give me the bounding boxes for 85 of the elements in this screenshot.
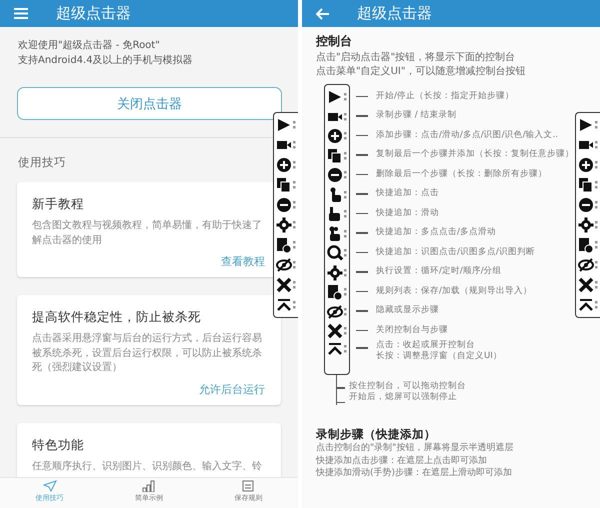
legend-text: 隐藏或显示步骤 [376,305,439,316]
description-text: 快捷添加点击步骤：在遮层上点击即可添加 [316,456,488,468]
legend-text: 规则列表：保存/加载（规则导出导入） [376,286,532,297]
note-text: 开始后，熄屏可以强制停止 [349,392,458,404]
bracket-line [336,375,345,406]
leader-line [356,310,368,312]
plus-icon [327,128,347,144]
legend-text: 快捷追加：多点点击/多点滑动 [376,227,496,238]
section-heading: 录制步骤（快捷添加） [316,427,437,442]
close-icon[interactable] [276,277,296,293]
legend-text: 快捷追加：滑动 [376,208,439,219]
copy-icon [327,148,347,164]
legend-text: 长按：调整悬浮窗（自定义UI） [376,351,502,362]
section-label: 使用技巧 [18,155,66,170]
collapse-icon[interactable] [578,297,598,313]
legend-text: 快捷追加：点击 [376,188,439,200]
card-title: 特色功能 [32,436,85,454]
plus-icon[interactable] [578,157,598,173]
card-text: 任意顺序执行、识别图片、识别颜色、输入文字、铃 [32,460,263,474]
eye-off-icon[interactable] [578,257,598,273]
minus-icon[interactable] [578,197,598,213]
card-text: 包含图文教程与视频教程，简单易懂，有助于快速了解点击器的使用 [32,219,263,248]
file-gear-icon[interactable] [276,237,296,253]
leader-line [356,96,368,98]
note-text: 按住控制台，可以拖动控制台 [349,381,466,392]
leader-line [356,330,368,332]
collapse-icon[interactable] [276,297,296,313]
collapse-icon [327,341,347,358]
leader-line [356,115,368,117]
close-icon[interactable] [578,277,598,293]
description-text: 快捷添加滑动(手势)步骤：在遮层上滑动即可添加 [316,468,514,480]
description-text: 点击菜单"自定义UI"，可以随意增减控制台按钮 [316,64,526,78]
legend-text: 开始/停止（长按：指定开始步骤） [376,90,514,102]
app-title: 超级点击器 [357,4,432,23]
play-icon[interactable] [276,117,296,133]
list-icon[interactable] [241,480,256,492]
description-text: 点击"启动点击器"按钮，将显示下面的控制台 [316,50,516,64]
card-title: 新手教程 [32,196,85,213]
minus-icon [327,167,347,184]
legend-text: 点击：收起或展开控制台 [376,340,476,350]
send-icon[interactable] [42,480,57,492]
leader-line [356,232,368,234]
leader-line [356,212,368,214]
leader-line [356,193,368,195]
file-gear-icon [327,284,347,300]
copy-icon[interactable] [578,177,598,193]
plus-icon[interactable] [276,157,296,173]
card-title: 提高软件稳定性，防止被杀死 [32,309,202,326]
copy-icon[interactable] [276,177,296,193]
leader-line [356,134,368,136]
description-text: 点击控制台的"录制"按钮，屏幕将显示半透明遮层 [316,443,514,455]
play-icon[interactable] [578,117,598,133]
close-clicker-button[interactable]: 关闭点击器 [17,87,282,120]
legend-text: 删除最后一个步骤（长按：删除所有步骤） [376,168,547,180]
minus-icon[interactable] [276,197,296,213]
intro-text: 欢迎使用"超级点击器 - 免Root" [18,39,161,52]
play-icon [327,89,347,106]
search-icon [327,245,347,262]
bar-chart-icon[interactable] [142,480,156,492]
section-heading: 控制台 [316,34,353,50]
legend-text: 添加步骤：点击/滑动/多点/识图/识色/输入文.. [376,130,558,141]
eye-off-icon [327,304,347,320]
leader-line [356,174,368,176]
hand-icon [327,206,347,222]
close-icon [327,323,347,340]
menu-icon[interactable] [14,8,28,19]
legend-text: 录制步骤 / 结束录制 [376,110,456,122]
card-link[interactable]: 查看教程 [221,254,265,269]
legend-text: 复制最后一个步骤并添加（长按：复制任意步骤） [376,149,574,160]
card-text: 点击器采用悬浮窗与后台的运行方式，后台运行容易被系统杀死，设置后台运行权限，可以防止被系统杀死（强烈建议设置） [32,332,263,375]
leader-line [356,271,368,273]
file-gear-icon[interactable] [578,237,598,253]
multi-finger-icon [327,226,347,242]
intro-text: 支持Android4.4及以上的手机与模拟器 [18,54,194,67]
leader-line [356,154,368,156]
eye-off-icon[interactable] [276,257,296,273]
app-title: 超级点击器 [56,4,131,23]
legend-text: 执行设置：循环/定时/顺序/分组 [376,266,502,278]
card-link[interactable]: 允许后台运行 [199,382,265,396]
legend-text: 快捷追加：识图点击/识图多点/识图判断 [376,246,535,258]
leader-line [356,252,368,254]
leader-line [356,347,368,349]
legend-text: 关闭控制台与步骤 [376,324,448,336]
back-arrow-icon[interactable] [316,8,329,20]
leader-line [356,290,368,292]
